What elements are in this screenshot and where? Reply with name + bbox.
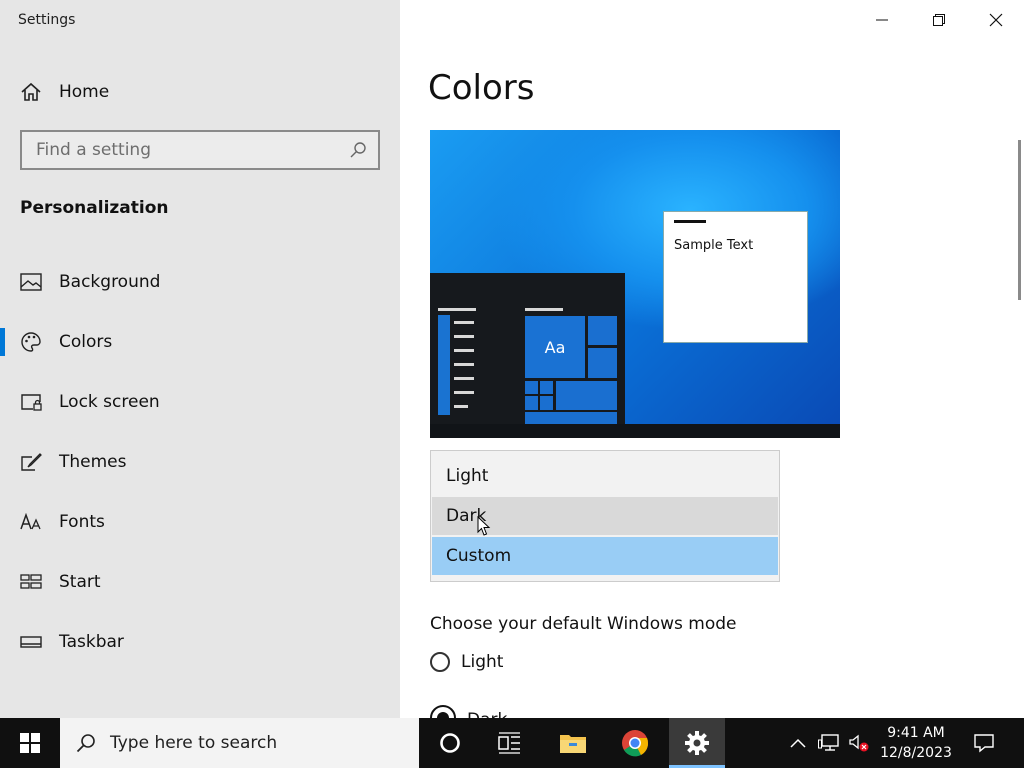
sidebar-item-home[interactable]: Home <box>0 72 400 112</box>
section-heading-personalization: Personalization <box>20 198 169 218</box>
windows-taskbar: Type here to search 9:41 AM 12/8/2023 <box>0 718 1024 768</box>
task-view-button[interactable] <box>482 718 538 768</box>
cortana-circle-icon <box>440 733 460 753</box>
content-scrollbar[interactable] <box>1018 140 1021 300</box>
restore-button[interactable] <box>910 0 967 40</box>
radio-dark-mode[interactable]: Dark <box>430 705 507 718</box>
taskbar-clock[interactable]: 9:41 AM 12/8/2023 <box>876 723 956 763</box>
radio-button[interactable] <box>430 652 450 672</box>
sidebar-item-lock-screen[interactable]: Lock screen <box>0 372 400 432</box>
action-center-button[interactable] <box>966 718 1002 768</box>
sidebar-item-themes[interactable]: Themes <box>0 432 400 492</box>
preview-window: Sample Text <box>663 211 808 343</box>
palette-icon <box>20 331 42 353</box>
page-title: Colors <box>428 68 535 108</box>
restore-icon <box>932 14 945 26</box>
dropdown-option-custom[interactable]: Custom <box>432 537 778 575</box>
personalization-nav: Background Colors Lock screen Themes Fon… <box>0 252 400 672</box>
sidebar-item-label: Colors <box>59 332 113 352</box>
find-setting-input[interactable]: Find a setting <box>20 130 380 170</box>
cortana-button[interactable] <box>422 718 478 768</box>
default-mode-heading: Choose your default Windows mode <box>430 614 737 634</box>
preview-start-menu: Aa <box>430 273 625 424</box>
preview-tile-aa: Aa <box>525 316 585 378</box>
start-grid-icon <box>20 573 42 591</box>
radio-label: Light <box>461 652 504 672</box>
file-explorer-button[interactable] <box>545 718 601 768</box>
windows-logo-icon <box>20 733 40 753</box>
task-view-icon <box>498 732 520 754</box>
home-icon <box>20 81 44 103</box>
chrome-icon <box>622 730 649 757</box>
taskbar-search-box[interactable]: Type here to search <box>60 718 419 768</box>
themes-brush-icon <box>20 452 42 472</box>
chevron-up-icon <box>790 738 806 748</box>
sidebar-item-label: Fonts <box>59 512 105 532</box>
sidebar-item-label: Themes <box>59 452 127 472</box>
sidebar-item-background[interactable]: Background <box>0 252 400 312</box>
taskbar-search-placeholder: Type here to search <box>110 733 278 753</box>
taskbar-icon <box>20 635 42 649</box>
preview-sample-text: Sample Text <box>674 238 754 253</box>
clock-time: 9:41 AM <box>887 725 945 741</box>
minimize-button[interactable] <box>853 0 910 40</box>
radio-light-mode[interactable]: Light <box>430 652 503 672</box>
search-icon <box>346 141 370 159</box>
color-preview: Aa Sample Text <box>430 130 840 438</box>
start-button[interactable] <box>0 718 60 768</box>
clock-date: 12/8/2023 <box>880 745 952 761</box>
volume-muted-icon <box>849 734 869 752</box>
close-button[interactable] <box>967 0 1024 40</box>
lock-screen-icon <box>20 392 42 412</box>
sidebar-item-label: Start <box>59 572 101 592</box>
sidebar-item-colors[interactable]: Colors <box>0 312 400 372</box>
preview-taskbar <box>430 424 840 438</box>
show-hidden-icons-button[interactable] <box>787 718 809 768</box>
dropdown-option-label: Custom <box>446 546 512 566</box>
dropdown-option-label: Light <box>446 466 489 486</box>
notification-icon <box>974 734 994 753</box>
sidebar-item-label: Background <box>59 272 161 292</box>
search-icon <box>76 733 98 753</box>
fonts-icon <box>20 513 42 531</box>
sidebar-item-taskbar[interactable]: Taskbar <box>0 612 400 672</box>
folder-icon <box>560 735 586 753</box>
window-controls <box>853 0 1024 40</box>
network-button[interactable] <box>816 718 842 768</box>
radio-label: Dark <box>467 710 507 718</box>
sidebar-item-home-label: Home <box>59 82 110 102</box>
dropdown-option-light[interactable]: Light <box>432 457 778 495</box>
settings-taskbar-button[interactable] <box>669 718 725 768</box>
picture-icon <box>20 273 42 291</box>
sidebar-item-label: Taskbar <box>59 632 124 652</box>
close-icon <box>989 13 1002 27</box>
mouse-cursor-icon <box>477 515 491 542</box>
gear-icon <box>685 731 709 755</box>
sidebar-item-fonts[interactable]: Fonts <box>0 492 400 552</box>
network-icon <box>818 734 839 751</box>
settings-sidebar: Settings Home Find a setting Personaliza… <box>0 0 400 718</box>
app-title: Settings <box>18 12 76 28</box>
find-setting-placeholder: Find a setting <box>36 140 151 160</box>
volume-button[interactable] <box>846 718 872 768</box>
chrome-button[interactable] <box>607 718 663 768</box>
radio-button-selected[interactable] <box>430 705 456 718</box>
minimize-icon <box>875 19 888 21</box>
sidebar-item-label: Lock screen <box>59 392 160 412</box>
sidebar-item-start[interactable]: Start <box>0 552 400 612</box>
